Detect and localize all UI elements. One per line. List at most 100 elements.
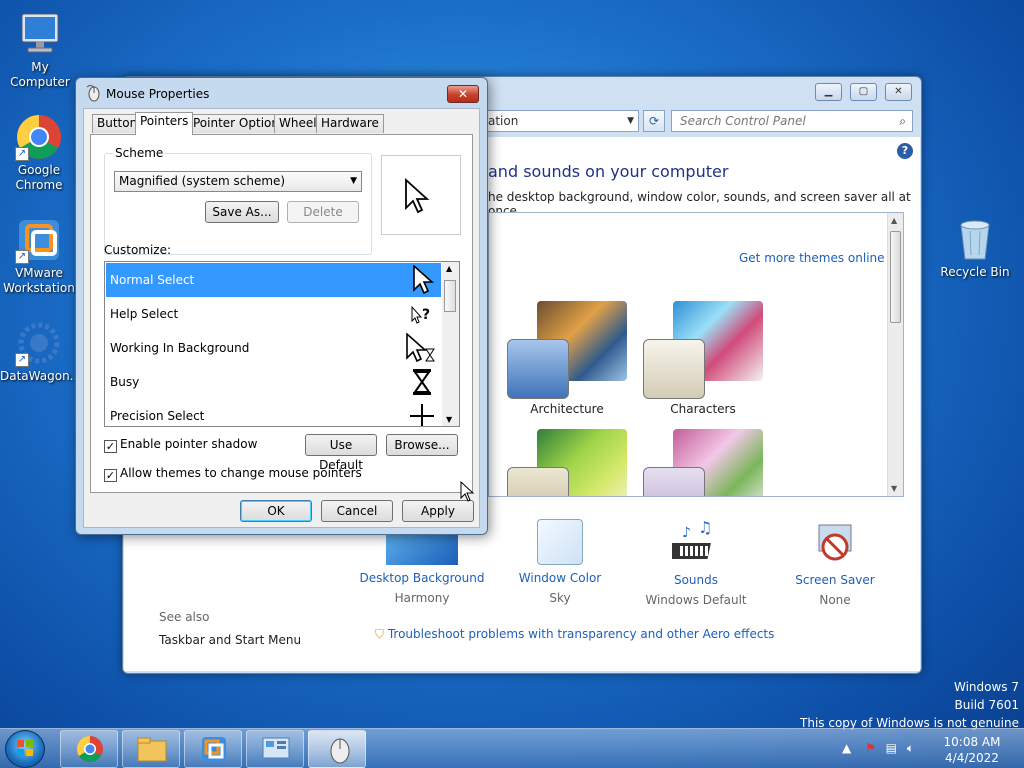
- cursor-row-help-select[interactable]: Help Select ?: [106, 297, 441, 331]
- use-default-button[interactable]: Use Default: [305, 434, 377, 472]
- troubleshoot-link[interactable]: ⛉ Troubleshoot problems with transparenc…: [375, 627, 774, 642]
- scrollbar-thumb[interactable]: [444, 280, 456, 312]
- cursor-row-busy[interactable]: Busy: [106, 365, 441, 399]
- volume-icon[interactable]: 🔈︎: [907, 741, 914, 755]
- screen-saver-setting[interactable]: Screen Saver None: [770, 519, 900, 607]
- minimize-button[interactable]: ▁: [815, 83, 842, 101]
- windows-logo-icon: [17, 740, 33, 756]
- desktop-icon-datawagon[interactable]: ↗ DataWagon...: [0, 319, 82, 384]
- close-button[interactable]: ✕: [885, 83, 912, 101]
- maximize-button[interactable]: ▢: [850, 83, 877, 101]
- themes-scrollbar[interactable]: ▲ ▼: [887, 213, 903, 496]
- theme-nature[interactable]: [507, 429, 627, 496]
- cursor-list[interactable]: Normal Select Help Select ? Working In B…: [104, 261, 460, 427]
- tab-hardware[interactable]: Hardware: [316, 114, 384, 133]
- chevron-down-icon[interactable]: ▼: [627, 111, 634, 131]
- taskbar-explorer[interactable]: [122, 730, 180, 768]
- tab-pointers[interactable]: Pointers: [135, 112, 194, 135]
- arrow-cursor-icon: [405, 177, 430, 214]
- desktop-icon-vmware[interactable]: ↗ VMware Workstation: [0, 216, 78, 296]
- theme-scenes[interactable]: [643, 429, 763, 496]
- checkbox-label: Enable pointer shadow: [120, 437, 258, 451]
- dialog-title: Mouse Properties: [106, 87, 210, 101]
- clock[interactable]: 10:08 AM 4/4/2022: [940, 734, 1004, 766]
- theme-characters[interactable]: [643, 301, 763, 399]
- desktop-icon-recycle-bin[interactable]: Recycle Bin: [935, 215, 1015, 280]
- action-center-icon[interactable]: ⚑: [865, 741, 876, 755]
- cancel-button[interactable]: Cancel: [321, 500, 393, 522]
- cursor-row-precision-select[interactable]: Precision Select: [106, 399, 441, 426]
- cursor-list-scrollbar[interactable]: ▲ ▼: [442, 262, 459, 426]
- get-more-themes-link[interactable]: Get more themes online: [739, 251, 885, 265]
- taskbar-start-menu-link[interactable]: Taskbar and Start Menu: [159, 633, 301, 647]
- sounds-icon: ♪ ♫: [667, 518, 720, 567]
- desktop-icon-label: DataWagon...: [0, 369, 82, 383]
- mouse-properties-dialog[interactable]: Mouse Properties ✕ Buttons Pointers Poin…: [75, 77, 488, 535]
- allow-themes-checkbox[interactable]: ✓ Allow themes to change mouse pointers: [104, 466, 362, 482]
- sounds-setting[interactable]: ♪ ♫ Sounds Windows Default: [631, 518, 761, 607]
- cursor-row-normal-select[interactable]: Normal Select: [106, 263, 441, 297]
- show-hidden-icons-icon[interactable]: ▲: [842, 741, 851, 755]
- desktop-icon-my-computer[interactable]: My Computer: [0, 10, 80, 90]
- mouse-pointer-icon: [460, 480, 476, 506]
- address-bar[interactable]: ation ▼: [479, 110, 639, 132]
- taskbar-chrome[interactable]: [60, 730, 118, 768]
- cursor-row-label: Working In Background: [110, 341, 250, 355]
- search-icon[interactable]: ⌕: [899, 111, 906, 131]
- window-color-title[interactable]: Window Color: [495, 571, 625, 585]
- save-as-button[interactable]: Save As...: [205, 201, 279, 223]
- window-color-setting[interactable]: Window Color Sky: [495, 519, 625, 605]
- see-also-heading: See also: [159, 610, 210, 624]
- desktop-icon-label: VMware Workstation: [3, 266, 75, 295]
- desktop-icon-google-chrome[interactable]: ↗ Google Chrome: [0, 113, 78, 193]
- refresh-icon: ⟳: [648, 114, 660, 128]
- network-icon[interactable]: ▤: [886, 741, 897, 755]
- browse-button[interactable]: Browse...: [386, 434, 458, 456]
- help-icon[interactable]: ?: [897, 143, 913, 159]
- sounds-title[interactable]: Sounds: [631, 573, 761, 587]
- troubleshoot-link-text[interactable]: Troubleshoot problems with transparency …: [388, 627, 775, 641]
- scrollbar-thumb[interactable]: [890, 231, 901, 323]
- shortcut-arrow-icon: ↗: [15, 353, 29, 367]
- customize-label: Customize:: [104, 243, 172, 257]
- taskbar: ▲ ⚑ ▤ 🔈︎ 10:08 AM 4/4/2022: [0, 728, 1024, 768]
- hourglass-icon: [413, 369, 431, 395]
- search-input[interactable]: Search Control Panel ⌕: [671, 110, 913, 132]
- screen-saver-title[interactable]: Screen Saver: [770, 573, 900, 587]
- svg-text:♪: ♪: [682, 525, 691, 541]
- themes-list[interactable]: Get more themes online Architecture Char…: [488, 212, 904, 497]
- enable-pointer-shadow-checkbox[interactable]: ✓ Enable pointer shadow: [104, 437, 257, 453]
- delete-button[interactable]: Delete: [287, 201, 359, 223]
- theme-architecture[interactable]: [507, 301, 627, 399]
- cursor-row-label: Normal Select: [110, 273, 195, 287]
- ok-button[interactable]: OK: [240, 500, 312, 522]
- desktop-icon-label: Google Chrome: [15, 163, 63, 192]
- desktop-background-value: Harmony: [394, 591, 450, 605]
- windows-watermark: Windows 7 Build 7601 This copy of Window…: [800, 678, 1019, 732]
- desktop-icon-label: Recycle Bin: [940, 265, 1010, 279]
- working-background-cursor-icon: [406, 333, 435, 363]
- scheme-label: Scheme: [113, 146, 166, 160]
- address-text: ation: [488, 114, 519, 128]
- search-placeholder: Search Control Panel: [680, 114, 806, 128]
- cursor-row-label: Help Select: [110, 307, 179, 321]
- pointer-preview: [381, 155, 461, 235]
- taskbar-mouse-properties[interactable]: [308, 730, 366, 768]
- system-tray: ▲ ⚑ ▤ 🔈︎: [842, 741, 914, 756]
- close-button[interactable]: ✕: [447, 85, 479, 103]
- taskbar-control-panel[interactable]: [246, 730, 304, 768]
- checkbox-label: Allow themes to change mouse pointers: [120, 466, 362, 480]
- checkbox-box[interactable]: ✓: [104, 440, 117, 453]
- cursor-row-working-background[interactable]: Working In Background: [106, 331, 441, 365]
- pointers-panel: Scheme Magnified (system scheme) ▼ Save …: [90, 134, 473, 493]
- theme-label: Architecture: [530, 402, 604, 416]
- tab-wheel[interactable]: Wheel: [274, 114, 322, 133]
- screen-saver-icon: [811, 519, 859, 567]
- datawagon-icon: ↗: [15, 319, 63, 367]
- taskbar-vmware[interactable]: [184, 730, 242, 768]
- checkbox-box[interactable]: ✓: [104, 469, 117, 482]
- refresh-button[interactable]: ⟳: [643, 110, 665, 132]
- start-button[interactable]: [5, 730, 45, 768]
- desktop-background-title[interactable]: Desktop Background: [357, 571, 487, 585]
- scheme-select[interactable]: Magnified (system scheme) ▼: [114, 171, 362, 192]
